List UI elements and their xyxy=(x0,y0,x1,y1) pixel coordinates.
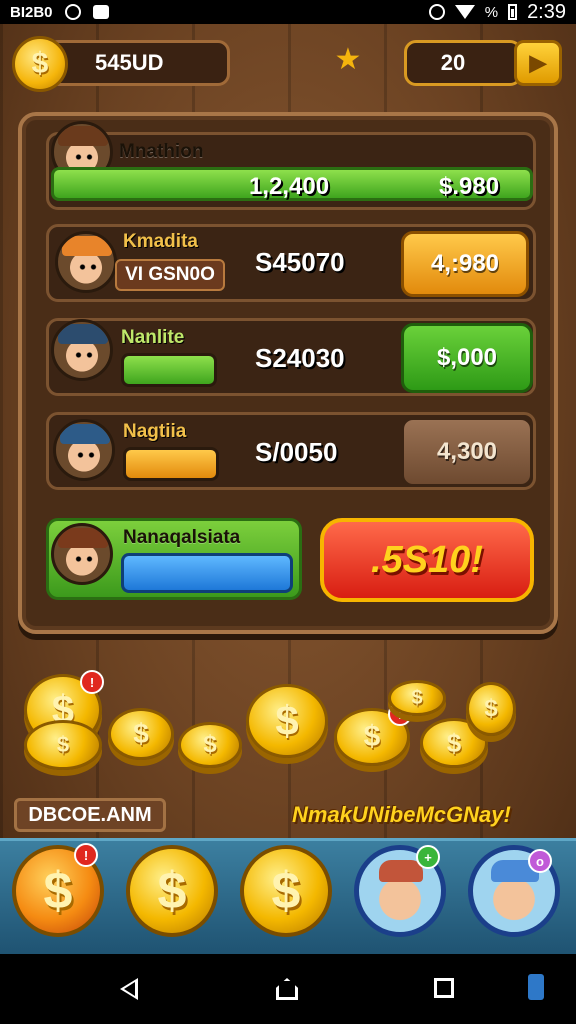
back-icon[interactable] xyxy=(120,978,138,1000)
coin-icon: $ xyxy=(12,36,68,92)
notification-icon xyxy=(64,4,81,20)
collect-button[interactable]: $,000 xyxy=(401,323,533,393)
battery-percent: % xyxy=(484,3,499,21)
player-avatar xyxy=(51,319,113,381)
coin-icon: $ xyxy=(246,684,328,758)
navigation-bar xyxy=(0,954,576,1024)
notification-badge: + xyxy=(416,845,440,869)
keyboard-icon[interactable] xyxy=(528,974,544,1000)
bottom-tab-bar: $ ! $ $ + o xyxy=(0,838,576,954)
coin-icon: $ xyxy=(466,682,516,736)
player-row-1[interactable]: Mnathion 1,2,400 $.980 xyxy=(46,121,536,210)
message-icon xyxy=(92,5,109,19)
progress-bar xyxy=(123,447,219,481)
tab-coin-shop[interactable]: $ xyxy=(126,845,218,937)
player-value: $.980 xyxy=(439,173,500,200)
locked-button[interactable]: 4,300 xyxy=(401,417,533,487)
player-name: Nanlite xyxy=(121,327,185,348)
player-name: Kmadita xyxy=(123,231,198,252)
player-row-4[interactable]: Nagtiia S/0050 4,300 xyxy=(46,412,536,490)
player-name: Nanaqalsiata xyxy=(123,527,241,548)
coin-icon: $ xyxy=(178,722,242,768)
player-name: Nagtiia xyxy=(123,421,187,442)
carrier-label: BI2B0 xyxy=(10,3,53,21)
coin-icon: $ xyxy=(108,708,174,760)
claim-button[interactable]: 4,:980 xyxy=(401,231,529,297)
progress-bar xyxy=(121,353,217,387)
leaderboard-panel: Mnathion 1,2,400 $.980 Kmadita VI GSN0O … xyxy=(18,112,558,634)
player-row-2[interactable]: Kmadita VI GSN0O S45070 4,:980 xyxy=(46,224,536,302)
level-expand-button[interactable]: ▶ xyxy=(514,40,562,86)
coin-icon: $ xyxy=(24,720,102,770)
coin-icon: $ xyxy=(388,680,446,716)
player-avatar xyxy=(53,419,115,481)
notification-badge: o xyxy=(528,849,552,873)
home-icon[interactable] xyxy=(276,978,298,1000)
footer-left-label: DBCOE.ANM xyxy=(14,798,166,832)
notification-badge: ! xyxy=(80,670,104,694)
balance-value: 545UD xyxy=(95,50,164,75)
recent-apps-icon[interactable] xyxy=(434,978,454,998)
status-bar: BI2B0 % 2:39 xyxy=(0,0,576,24)
clock: 2:39 xyxy=(527,0,566,23)
game-screen: 545UD $ ★ 20 ▶ Mnathion 1,2,400 $.980 Km… xyxy=(0,24,576,954)
notification-badge: ! xyxy=(74,843,98,867)
player-tag: VI GSN0O xyxy=(115,259,225,291)
level-display: 20 xyxy=(404,40,522,86)
wifi-icon xyxy=(454,5,475,19)
player-score: 1,2,400 xyxy=(249,173,330,200)
tab-coin-rewards[interactable]: $ xyxy=(240,845,332,937)
footer-right-label: NmakUNibeMcGNay! xyxy=(292,802,511,827)
balance-display: 545UD xyxy=(46,40,230,86)
player-row-3[interactable]: Nanlite S24030 $,000 xyxy=(46,318,536,396)
player-score: S45070 xyxy=(255,247,345,277)
player-avatar xyxy=(55,231,117,293)
player-avatar xyxy=(51,523,113,585)
player-score: S24030 xyxy=(255,343,345,373)
level-value: 20 xyxy=(440,50,466,75)
player-name: Mnathion xyxy=(119,141,204,162)
forward-icon: ▶ xyxy=(529,50,547,75)
battery-icon xyxy=(508,4,518,20)
player-score: S/0050 xyxy=(255,437,338,467)
spin-button[interactable]: .5S10! xyxy=(320,518,534,602)
progress-bar xyxy=(121,553,293,593)
star-icon[interactable]: ★ xyxy=(332,44,364,76)
player-row-5[interactable]: Nanaqalsiata xyxy=(46,518,302,600)
alarm-icon xyxy=(428,4,445,20)
